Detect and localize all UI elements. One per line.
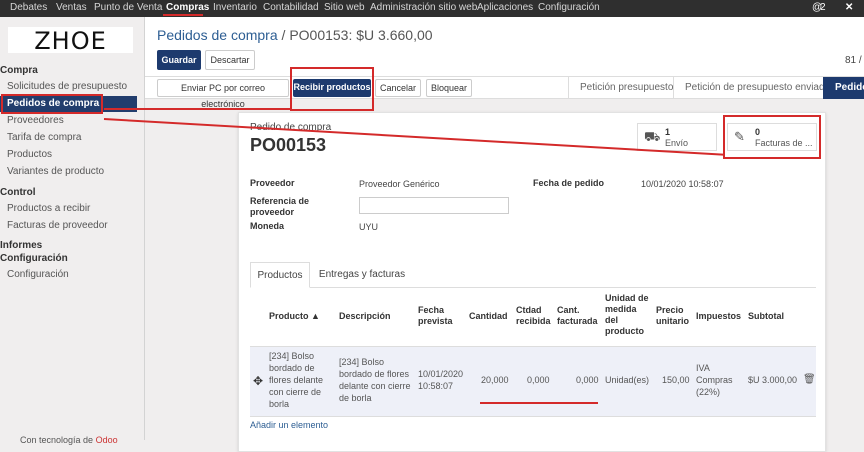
sidebar-item-solicitudes[interactable]: Solicitudes de presupuesto — [7, 79, 144, 95]
annotation-underline-qty — [480, 402, 598, 404]
discard-button[interactable]: Descartar — [205, 50, 255, 70]
row-uom[interactable]: Unidad(es) — [605, 374, 649, 386]
cancel-button[interactable]: Cancelar — [375, 79, 421, 97]
stage-peticion-presupuesto[interactable]: Petición presupuesto — [580, 77, 673, 99]
stage-pedido: Pedido — [823, 77, 864, 99]
row-quantity[interactable]: 20,000 — [481, 374, 509, 386]
order-date-label: Fecha de pedido — [533, 178, 605, 188]
tab-entregas-y-facturas[interactable]: Entregas y facturas — [312, 262, 412, 288]
col-impuestos[interactable]: Impuestos — [696, 311, 741, 322]
sidebar-item-variantes[interactable]: Variantes de producto — [7, 164, 144, 180]
sidebar-item-productos[interactable]: Productos — [7, 147, 144, 163]
vendor-reference-input[interactable] — [359, 197, 509, 214]
trash-icon[interactable]: 🗑 — [803, 374, 816, 386]
save-button[interactable]: Guardar — [157, 50, 201, 70]
row-description[interactable]: [234] Bolso bordado de flores delante co… — [339, 356, 411, 404]
stage-separator — [673, 77, 674, 99]
row-subtotal: $U 3.000,00 — [748, 375, 798, 385]
close-icon[interactable]: ✕ — [845, 2, 853, 13]
company-logo: ZHOE — [8, 27, 133, 55]
col-ctdad-recibida[interactable]: Ctdad recibida — [516, 305, 552, 327]
nav-compras[interactable]: Compras — [166, 2, 209, 13]
col-unidad-medida[interactable]: Unidad de medida del producto — [605, 293, 651, 337]
row-product[interactable]: [234] Bolso bordado de flores delante co… — [269, 350, 331, 410]
nav-debates[interactable]: Debates — [10, 2, 47, 13]
tab-productos[interactable]: Productos — [250, 262, 310, 288]
breadcrumb: Pedidos de compra / PO00153: $U 3.660,00 — [157, 27, 433, 43]
shipment-label: Envío — [665, 138, 689, 148]
col-fecha-prevista[interactable]: Fecha prevista — [418, 305, 463, 327]
add-line-link[interactable]: Añadir un elemento — [250, 420, 328, 430]
sidebar-section-control: Control — [0, 187, 36, 198]
sidebar-item-configuracion[interactable]: Configuración — [7, 267, 144, 283]
truck-icon: ⛟ — [644, 129, 661, 144]
lock-button[interactable]: Bloquear — [426, 79, 472, 97]
sidebar-section-informes[interactable]: Informes — [0, 240, 42, 251]
currency-field[interactable]: UYU — [359, 222, 378, 232]
col-descripcion[interactable]: Descripción — [339, 311, 409, 322]
table-header: Producto ▲ Descripción Fecha prevista Ca… — [250, 289, 816, 347]
breadcrumb-current: PO00153: $U 3.660,00 — [289, 27, 433, 43]
breadcrumb-separator: / — [281, 27, 286, 43]
row-price[interactable]: 150,00 — [662, 374, 690, 386]
document-number: PO00153 — [250, 135, 327, 155]
pager[interactable]: 81 / 8 — [845, 55, 864, 66]
vendor-reference-label: Referencia de proveedor — [250, 196, 310, 217]
col-subtotal[interactable]: Subtotal — [748, 311, 784, 322]
annotation-box-sidebar — [1, 94, 103, 114]
sidebar: ZHOE Compra Solicitudes de presupuesto P… — [0, 17, 145, 445]
annotation-box-receive-button — [290, 67, 374, 111]
status-bar: Enviar PC por correo electrónico Recibir… — [145, 77, 864, 109]
table-row[interactable]: ✥ [234] Bolso bordado de flores delante … — [250, 347, 816, 417]
nav-administracion-sitio-web[interactable]: Administración sitio web — [370, 2, 477, 13]
vendor-label: Proveedor — [250, 178, 295, 188]
notification-count[interactable]: 2 — [820, 2, 826, 13]
nav-configuracion[interactable]: Configuración — [538, 2, 600, 13]
annotation-arrow-1 — [104, 108, 290, 110]
notebook-tabs: Productos Entregas y facturas — [250, 262, 816, 288]
nav-sitio-web[interactable]: Sitio web — [324, 2, 365, 13]
row-invoiced: 0,000 — [576, 375, 599, 385]
stage-separator — [568, 77, 569, 99]
active-nav-annotation-underline — [163, 14, 203, 16]
vendor-field[interactable]: Proveedor Genérico — [359, 179, 440, 189]
col-cantidad[interactable]: Cantidad — [469, 311, 508, 322]
odoo-link[interactable]: Odoo — [96, 435, 118, 445]
annotation-box-invoices — [723, 115, 821, 159]
sidebar-item-productos-a-recibir[interactable]: Productos a recibir — [7, 201, 144, 217]
stage-peticion-enviada[interactable]: Petición de presupuesto enviada — [685, 77, 830, 99]
form-sheet: Pedido de compra PO00153 ⛟ 1 Envío ✎ 0 F… — [238, 112, 826, 452]
order-date-field[interactable]: 10/01/2020 10:58:07 — [641, 179, 724, 189]
powered-by-footer: Con tecnología de Odoo — [20, 435, 118, 445]
col-cant-facturada[interactable]: Cant. facturada — [557, 305, 601, 327]
sidebar-item-tarifa-de-compra[interactable]: Tarifa de compra — [7, 130, 144, 146]
nav-contabilidad[interactable]: Contabilidad — [263, 2, 319, 13]
sidebar-section-compra: Compra — [0, 65, 38, 76]
drag-handle-icon[interactable]: ✥ — [253, 375, 263, 387]
nav-punto-de-venta[interactable]: Punto de Venta — [94, 2, 162, 13]
top-navbar: Debates Ventas Punto de Venta Compras In… — [0, 0, 864, 17]
col-precio-unitario[interactable]: Precio unitario — [656, 305, 694, 327]
send-po-email-button[interactable]: Enviar PC por correo electrónico — [157, 79, 289, 109]
shipment-count: 1 — [665, 127, 671, 137]
currency-label: Moneda — [250, 221, 285, 231]
nav-aplicaciones[interactable]: Aplicaciones — [477, 2, 533, 13]
sidebar-section-configuracion: Configuración — [0, 253, 68, 264]
nav-inventario[interactable]: Inventario — [213, 2, 257, 13]
breadcrumb-parent[interactable]: Pedidos de compra — [157, 27, 278, 43]
shipment-smart-button[interactable]: ⛟ 1 Envío — [637, 123, 717, 151]
col-producto[interactable]: Producto ▲ — [269, 311, 320, 322]
sidebar-item-facturas-de-proveedor[interactable]: Facturas de proveedor — [7, 218, 144, 234]
row-date[interactable]: 10/01/2020 10:58:07 — [418, 368, 468, 392]
row-received: 0,000 — [527, 375, 550, 385]
nav-ventas[interactable]: Ventas — [56, 2, 87, 13]
control-panel: Pedidos de compra / PO00153: $U 3.660,00… — [145, 17, 864, 77]
row-taxes[interactable]: IVA Compras (22%) — [696, 362, 746, 398]
